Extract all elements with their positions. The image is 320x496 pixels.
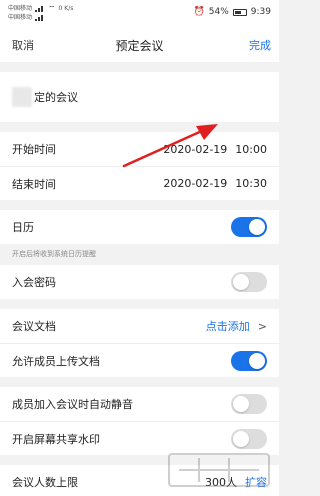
done-button[interactable]: 完成 (249, 37, 271, 53)
password-row: 入会密码 (0, 265, 279, 299)
calendar-label: 日历 (12, 221, 34, 234)
clock: 9:39 (250, 7, 271, 17)
calendar-hint: 开启后将收到系统日历提醒 (12, 250, 96, 258)
start-date: 2020-02-19 (163, 142, 228, 156)
signal-icon-2 (35, 14, 45, 21)
docs-label: 会议文档 (12, 320, 56, 333)
status-bar: 中国移动 ⌔ 0 K/s 中国移动 ⏰ 54% 9:39 (0, 0, 279, 28)
network-speed: 0 K/s (58, 5, 74, 12)
limit-label: 会议人数上限 (12, 476, 78, 489)
calendar-row: 日历 (0, 210, 279, 244)
carrier-1: 中国移动 (8, 5, 33, 12)
alarm-icon: ⏰ (193, 7, 205, 17)
upload-row: 允许成员上传文档 (0, 343, 279, 377)
wifi-icon: ⌔ (48, 4, 56, 13)
add-doc-link[interactable]: 点击添加 (206, 318, 250, 334)
password-toggle[interactable] (231, 272, 267, 292)
carrier-info: 中国移动 ⌔ 0 K/s 中国移动 (8, 4, 73, 22)
end-time: 10:30 (235, 177, 267, 190)
mute-label: 成员加入会议时自动静音 (12, 398, 133, 411)
mute-row: 成员加入会议时自动静音 (0, 387, 279, 421)
calendar-toggle[interactable] (231, 217, 267, 237)
upload-label: 允许成员上传文档 (12, 354, 100, 368)
mute-toggle[interactable] (231, 394, 267, 414)
watermark-label: 开启屏幕共享水印 (12, 432, 100, 446)
status-right: ⏰ 54% 9:39 (194, 7, 271, 17)
end-time-row[interactable]: 结束时间 2020-02-19 10:30 (0, 166, 279, 200)
meeting-title-text: 定的会议 (34, 91, 78, 104)
upload-toggle[interactable] (231, 350, 267, 371)
signal-icon (35, 5, 45, 12)
end-time-label: 结束时间 (12, 177, 56, 191)
watermark-logo-icon (168, 453, 270, 487)
chevron-right-icon: > (257, 319, 267, 333)
battery-icon (232, 8, 247, 16)
carrier-2: 中国移动 (8, 14, 33, 21)
cancel-button[interactable]: 取消 (12, 37, 34, 53)
start-time-label: 开始时间 (12, 143, 56, 156)
end-date: 2020-02-19 (163, 177, 228, 190)
start-time-row[interactable]: 开始时间 2020-02-19 10:00 (0, 132, 279, 166)
meeting-title-field[interactable]: 定的会议 (0, 72, 279, 122)
password-label: 入会密码 (12, 276, 56, 289)
start-time: 10:00 (235, 142, 267, 156)
blurred-name (12, 87, 32, 107)
docs-row[interactable]: 会议文档 点击添加 > (0, 309, 279, 343)
battery-percent: 54% (208, 7, 229, 17)
nav-bar: 取消 预定会议 完成 (0, 28, 279, 62)
page-title: 预定会议 (115, 38, 164, 53)
